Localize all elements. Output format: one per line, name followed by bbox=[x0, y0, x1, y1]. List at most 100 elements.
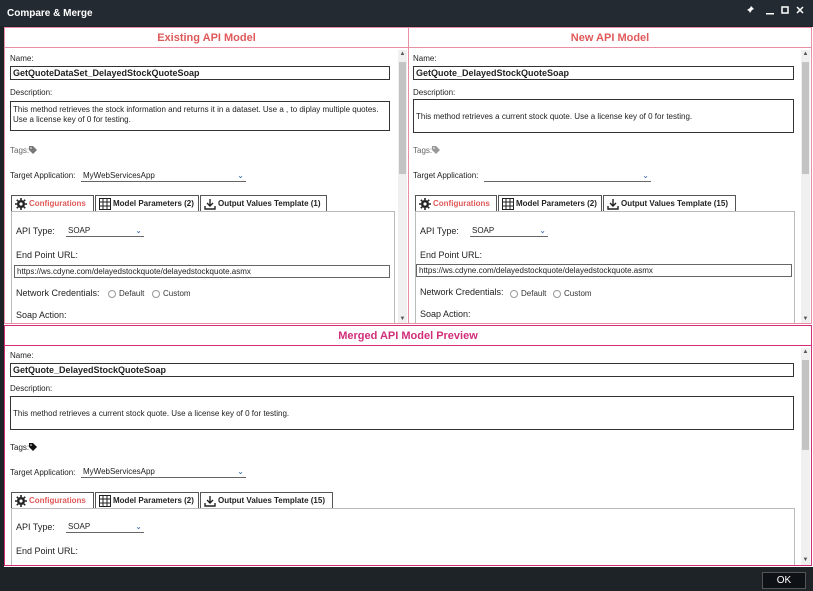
api-type-value: SOAP bbox=[68, 226, 91, 235]
description-field[interactable]: This method retrieves the stock informat… bbox=[10, 101, 390, 131]
description-label: Description: bbox=[10, 88, 53, 97]
new-model-header: New API Model bbox=[409, 28, 811, 48]
scroll-up-icon[interactable]: ▲ bbox=[398, 50, 407, 59]
tab-configurations[interactable]: Configurations bbox=[415, 195, 497, 212]
default-radio[interactable]: Default bbox=[108, 289, 144, 298]
name-field[interactable]: GetQuote_DelayedStockQuoteSoap bbox=[10, 363, 794, 377]
new-scrollbar[interactable]: ▲ ▼ bbox=[801, 50, 810, 323]
chevron-down-icon: ⌄ bbox=[135, 522, 142, 531]
custom-radio[interactable]: Custom bbox=[553, 289, 592, 298]
default-radio[interactable]: Default bbox=[510, 289, 546, 298]
api-type-select[interactable]: SOAP ⌄ bbox=[470, 225, 548, 237]
scroll-up-icon[interactable]: ▲ bbox=[801, 348, 810, 357]
gear-icon bbox=[15, 494, 27, 507]
tab-output-values-label: Output Values Template (1) bbox=[218, 199, 321, 208]
download-icon bbox=[607, 198, 619, 210]
scroll-thumb[interactable] bbox=[399, 62, 406, 174]
grid-icon bbox=[502, 197, 514, 210]
close-icon[interactable] bbox=[793, 5, 807, 19]
tab-output-values-label: Output Values Template (15) bbox=[621, 199, 728, 208]
soap-action-label: Soap Action: bbox=[16, 310, 67, 320]
custom-radio-label: Custom bbox=[564, 289, 592, 298]
tab-model-parameters[interactable]: Model Parameters (2) bbox=[498, 195, 602, 212]
ok-button[interactable]: OK bbox=[762, 572, 806, 589]
name-field[interactable]: GetQuoteDataSet_DelayedStockQuoteSoap bbox=[10, 66, 390, 80]
new-model-panel: New API Model Name: GetQuote_DelayedStoc… bbox=[408, 27, 812, 324]
description-label: Description: bbox=[413, 88, 456, 97]
endpoint-label: End Point URL: bbox=[16, 546, 79, 556]
existing-model-panel: Existing API Model Name: GetQuoteDataSet… bbox=[4, 27, 409, 324]
tag-icon[interactable] bbox=[29, 146, 37, 154]
api-type-value: SOAP bbox=[68, 522, 91, 531]
existing-model-header: Existing API Model bbox=[5, 28, 408, 48]
target-app-label: Target Application: bbox=[10, 468, 76, 477]
default-radio-label: Default bbox=[521, 289, 547, 298]
pin-icon[interactable] bbox=[743, 5, 757, 19]
target-app-select[interactable]: MyWebServicesApp ⌄ bbox=[81, 170, 246, 182]
scroll-up-icon[interactable]: ▲ bbox=[801, 50, 810, 59]
target-app-label: Target Application: bbox=[413, 171, 479, 180]
scroll-down-icon[interactable]: ▼ bbox=[801, 315, 810, 323]
target-app-label: Target Application: bbox=[10, 171, 76, 180]
name-label: Name: bbox=[10, 351, 34, 360]
default-radio-label: Default bbox=[119, 289, 145, 298]
tab-configurations-label: Configurations bbox=[433, 199, 490, 208]
api-type-label: API Type: bbox=[16, 226, 55, 236]
tab-configurations[interactable]: Configurations bbox=[11, 195, 94, 212]
configurations-panel: API Type: SOAP ⌄ End Point URL: https://… bbox=[415, 211, 795, 323]
scroll-down-icon[interactable]: ▼ bbox=[398, 315, 407, 323]
api-type-select[interactable]: SOAP ⌄ bbox=[66, 521, 144, 533]
tab-configurations-label: Configurations bbox=[29, 199, 86, 208]
api-type-select[interactable]: SOAP ⌄ bbox=[66, 225, 144, 237]
tab-model-parameters-label: Model Parameters (2) bbox=[113, 496, 194, 505]
chevron-down-icon: ⌄ bbox=[237, 467, 244, 476]
title-bar: Compare & Merge bbox=[0, 0, 813, 26]
tab-configurations-label: Configurations bbox=[29, 496, 86, 505]
tab-output-values[interactable]: Output Values Template (15) bbox=[200, 492, 333, 509]
target-app-select[interactable]: ⌄ bbox=[484, 170, 651, 182]
merged-scrollbar[interactable]: ▲ ▼ bbox=[801, 348, 810, 565]
endpoint-field[interactable]: https://ws.cdyne.com/delayedstockquote/d… bbox=[416, 264, 792, 277]
name-label: Name: bbox=[413, 54, 437, 63]
scroll-down-icon[interactable]: ▼ bbox=[801, 556, 810, 565]
description-field[interactable]: This method retrieves a current stock qu… bbox=[413, 99, 794, 133]
target-app-value: MyWebServicesApp bbox=[83, 171, 155, 180]
tab-model-parameters[interactable]: Model Parameters (2) bbox=[95, 492, 199, 509]
download-icon bbox=[204, 198, 216, 210]
api-type-label: API Type: bbox=[420, 226, 459, 236]
api-type-label: API Type: bbox=[16, 522, 55, 532]
maximize-icon[interactable] bbox=[778, 5, 792, 19]
chevron-down-icon: ⌄ bbox=[237, 171, 244, 180]
tab-model-parameters-label: Model Parameters (2) bbox=[113, 199, 194, 208]
grid-icon bbox=[99, 197, 111, 210]
network-credentials-label: Network Credentials: bbox=[420, 287, 504, 297]
tab-configurations[interactable]: Configurations bbox=[11, 492, 94, 509]
description-label: Description: bbox=[10, 384, 53, 393]
name-label: Name: bbox=[10, 54, 34, 63]
merged-preview-panel: Merged API Model Preview Name: GetQuote_… bbox=[4, 325, 812, 566]
tab-output-values-label: Output Values Template (15) bbox=[218, 496, 325, 505]
tag-icon[interactable] bbox=[432, 146, 440, 154]
tags-label: Tags: bbox=[413, 146, 433, 155]
scroll-thumb[interactable] bbox=[802, 62, 809, 174]
endpoint-field[interactable]: https://ws.cdyne.com/delayedstockquote/d… bbox=[14, 265, 390, 278]
soap-action-label: Soap Action: bbox=[420, 309, 471, 319]
tab-output-values[interactable]: Output Values Template (1) bbox=[200, 195, 327, 212]
description-field[interactable]: This method retrieves a current stock qu… bbox=[10, 396, 794, 430]
minimize-icon[interactable] bbox=[763, 5, 777, 19]
tab-model-parameters[interactable]: Model Parameters (2) bbox=[95, 195, 199, 212]
configurations-panel: API Type: SOAP ⌄ End Point URL: bbox=[11, 508, 795, 565]
scroll-thumb[interactable] bbox=[802, 360, 809, 450]
target-app-value: MyWebServicesApp bbox=[83, 467, 155, 476]
tab-output-values[interactable]: Output Values Template (15) bbox=[603, 195, 736, 212]
name-field[interactable]: GetQuote_DelayedStockQuoteSoap bbox=[413, 66, 794, 80]
existing-scrollbar[interactable]: ▲ ▼ bbox=[398, 50, 407, 323]
grid-icon bbox=[99, 494, 111, 507]
target-app-select[interactable]: MyWebServicesApp ⌄ bbox=[81, 466, 246, 478]
tab-model-parameters-label: Model Parameters (2) bbox=[516, 199, 597, 208]
api-type-value: SOAP bbox=[472, 226, 495, 235]
custom-radio[interactable]: Custom bbox=[152, 289, 191, 298]
tag-icon[interactable] bbox=[29, 443, 37, 451]
custom-radio-label: Custom bbox=[163, 289, 191, 298]
configurations-panel: API Type: SOAP ⌄ End Point URL: https://… bbox=[11, 211, 395, 323]
